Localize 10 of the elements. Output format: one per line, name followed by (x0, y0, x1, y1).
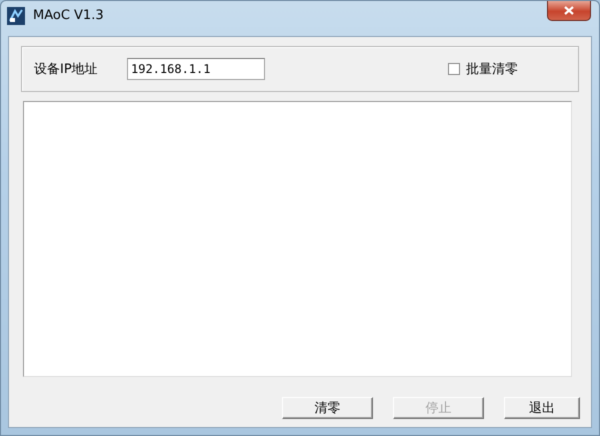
dialog-button[interactable]: 退出 (504, 397, 580, 419)
batch-clear-label: 批量清零 (466, 61, 518, 78)
window-title: MAoC V1.3 (33, 7, 104, 25)
ip-field[interactable]: 192.168.1.1 (127, 58, 265, 80)
close-button[interactable] (547, 1, 591, 21)
app-icon (7, 7, 25, 25)
close-icon (564, 6, 574, 15)
ip-label: 设备IP地址 (34, 61, 99, 78)
dialog-button[interactable]: 清零 (282, 397, 373, 419)
batch-clear-checkbox[interactable] (448, 63, 460, 75)
